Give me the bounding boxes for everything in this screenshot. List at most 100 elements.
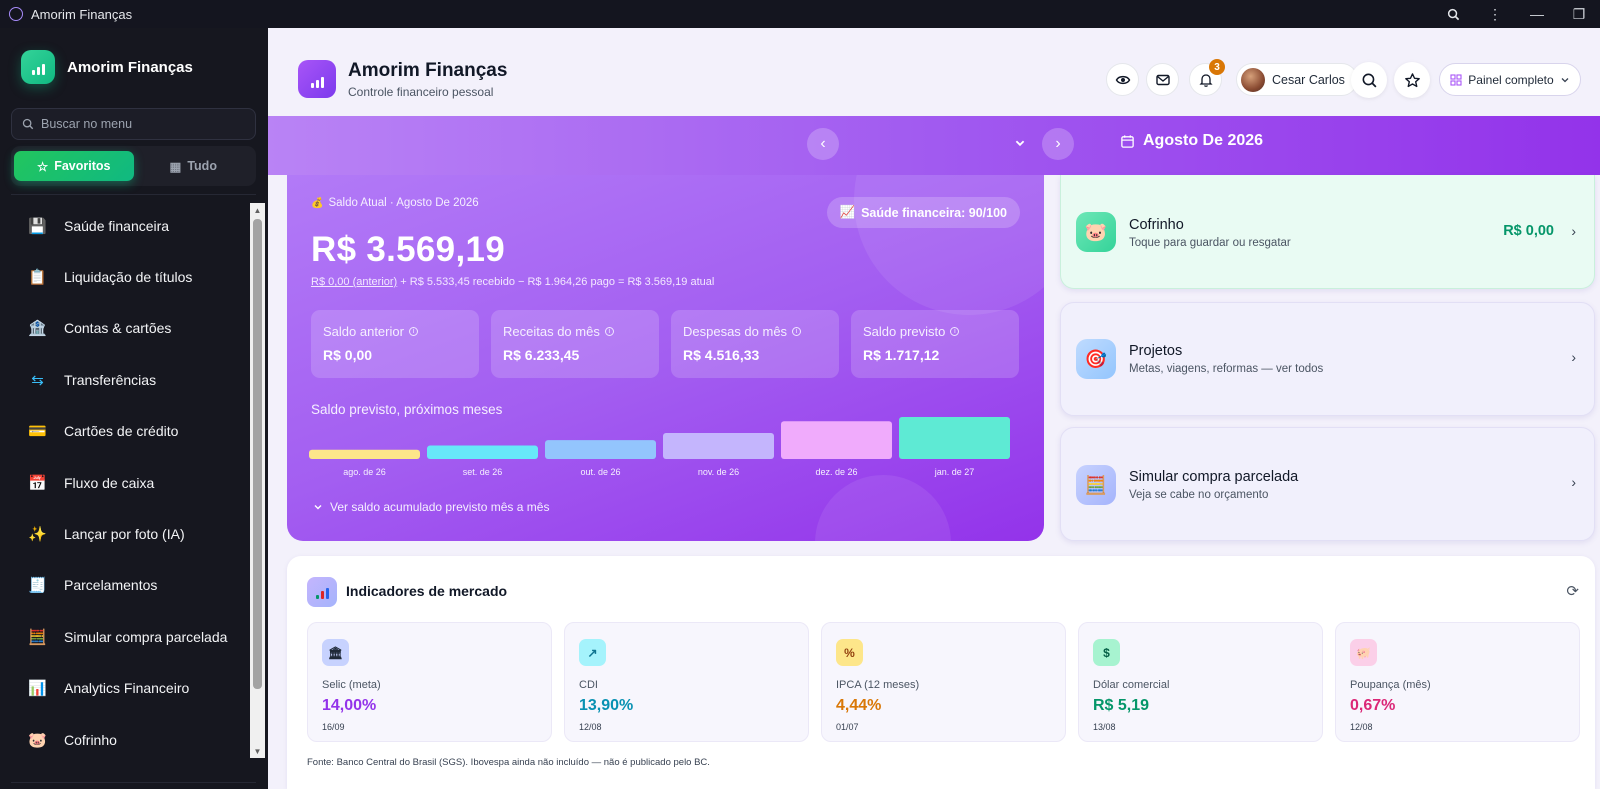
- sidebar-item-label: Parcelamentos: [64, 577, 158, 594]
- tab-tudo[interactable]: ▦ Tudo: [134, 151, 254, 181]
- page-title: Amorim Finanças: [348, 60, 508, 81]
- indicator-value: 0,67%: [1350, 697, 1396, 714]
- indicator-date: 16/09: [322, 722, 345, 732]
- abacus-icon: 🧮: [1076, 465, 1116, 505]
- financial-health-badge[interactable]: 📈 Saúde financeira: 90/100: [826, 197, 1020, 228]
- projection-month-label: nov. de 26: [698, 467, 739, 477]
- info-icon[interactable]: i: [950, 327, 960, 336]
- sidebar-item-fluxo-caixa[interactable]: 📅 Fluxo de caixa: [0, 457, 250, 508]
- previous-balance-link[interactable]: R$ 0,00 (anterior): [311, 276, 397, 288]
- eye-icon: [1115, 75, 1130, 84]
- sidebar-item-label: Contas & cartões: [64, 320, 172, 337]
- notifications-button[interactable]: 3: [1189, 59, 1225, 96]
- sidebar-item-liquidacao-titulos[interactable]: 📋 Liquidação de títulos: [0, 251, 250, 302]
- chart-logo-icon: [21, 50, 55, 84]
- sidebar-item-lancar-foto[interactable]: ✨ Lançar por foto (IA): [0, 508, 250, 559]
- restore-icon[interactable]: ❐: [1558, 0, 1600, 28]
- stat-saldo-anterior: Saldo anterior i R$ 0,00: [311, 310, 479, 378]
- chart-up-icon: 📈: [839, 205, 856, 219]
- bar-chart-icon: 📊: [28, 680, 47, 698]
- projection-bar[interactable]: [663, 432, 774, 459]
- piggy-bank-icon: 🐷: [1076, 212, 1116, 252]
- projection-expand-link[interactable]: Ver saldo acumulado previsto mês a mês: [313, 500, 549, 514]
- sidebar-item-contas-cartoes[interactable]: 🏦 Contas & cartões: [0, 303, 250, 354]
- sidebar-item-simular-compra[interactable]: 🧮 Simular compra parcelada: [0, 611, 250, 662]
- scrollbar-thumb[interactable]: [253, 219, 262, 689]
- prev-month-button[interactable]: ‹: [807, 128, 839, 160]
- projection-bar[interactable]: [781, 421, 892, 459]
- credit-card-icon: 💳: [28, 423, 47, 441]
- current-balance-value: R$ 3.569,19: [311, 230, 506, 269]
- sidebar-divider: [11, 194, 256, 195]
- window-titlebar: Amorim Finanças ⋮ — ❐: [0, 0, 1600, 28]
- indicator-ipca[interactable]: % IPCA (12 meses) 4,44% 01/07: [821, 622, 1066, 742]
- visibility-button[interactable]: [1106, 63, 1139, 96]
- sidebar-item-label: Fluxo de caixa: [64, 474, 155, 491]
- chevron-down-icon[interactable]: [1014, 136, 1026, 154]
- sidebar-brand[interactable]: Amorim Finanças: [21, 50, 193, 84]
- panel-select-label: Painel completo: [1468, 72, 1554, 87]
- page-header: Amorim Finanças Controle financeiro pess…: [268, 28, 1600, 116]
- info-icon[interactable]: i: [792, 327, 802, 336]
- sidebar-item-parcelamentos[interactable]: 🧾 Parcelamentos: [0, 560, 250, 611]
- refresh-icon[interactable]: ⟳: [1566, 582, 1579, 600]
- scroll-down-icon[interactable]: ▼: [250, 744, 265, 758]
- cofrinho-card[interactable]: 🐷 Cofrinho Toque para guardar ou resgata…: [1060, 175, 1595, 289]
- stat-value: R$ 0,00: [323, 347, 373, 363]
- indicator-dolar[interactable]: $ Dólar comercial R$ 5,19 13/08: [1078, 622, 1323, 742]
- star-icon: ☆: [37, 159, 49, 174]
- messages-button[interactable]: [1146, 63, 1179, 96]
- sidebar-item-analytics[interactable]: 📊 Analytics Financeiro: [0, 663, 250, 714]
- indicator-selic[interactable]: 🏛 Selic (meta) 14,00% 16/09: [307, 622, 552, 742]
- sidebar-item-saude-financeira[interactable]: 💾 Saúde financeira: [0, 200, 250, 251]
- next-month-button[interactable]: ›: [1042, 128, 1074, 160]
- sidebar-item-cartoes-credito[interactable]: 💳 Cartões de crédito: [0, 406, 250, 457]
- info-icon[interactable]: i: [604, 327, 614, 336]
- search-icon: [1362, 73, 1376, 87]
- projection-bar[interactable]: [309, 449, 420, 459]
- sidebar-item-transferencias[interactable]: ⇆ Transferências: [0, 354, 250, 405]
- target-icon: 🎯: [1076, 339, 1116, 379]
- info-icon[interactable]: i: [408, 327, 418, 336]
- indicator-label: Poupança (mês): [1350, 679, 1431, 691]
- projection-bar[interactable]: [545, 440, 656, 459]
- indicator-value: 14,00%: [322, 697, 377, 714]
- indicator-label: CDI: [579, 679, 598, 691]
- chevron-down-icon: [314, 505, 322, 510]
- sidebar-search-input[interactable]: [41, 117, 241, 131]
- zoom-icon[interactable]: [1432, 0, 1474, 28]
- simular-compra-card[interactable]: 🧮 Simular compra parcelada Veja se cabe …: [1060, 427, 1595, 541]
- market-title: Indicadores de mercado: [346, 583, 508, 599]
- indicator-date: 13/08: [1093, 722, 1116, 732]
- sidebar-search[interactable]: [11, 108, 256, 140]
- month-selector[interactable]: Agosto De 2026: [1120, 132, 1263, 150]
- cofrinho-amount: R$ 0,00: [1503, 223, 1554, 239]
- favorite-button[interactable]: [1394, 62, 1430, 98]
- stat-label: Receitas do mês: [503, 324, 600, 339]
- sidebar-scrollbar[interactable]: ▲ ▼: [250, 203, 265, 758]
- grid-icon: [1450, 73, 1462, 86]
- panel-select[interactable]: Painel completo: [1439, 63, 1581, 96]
- projection-bar[interactable]: [899, 417, 1010, 459]
- projection-bar[interactable]: [427, 445, 538, 459]
- projetos-title: Projetos: [1129, 343, 1183, 359]
- decorative-circle: [854, 175, 1044, 315]
- balance-formula-text: + R$ 5.533,45 recebido − R$ 1.964,26 pag…: [397, 276, 715, 288]
- sidebar-item-cofrinho[interactable]: 🐷 Cofrinho: [0, 714, 250, 765]
- user-menu[interactable]: Cesar Carlos: [1236, 63, 1358, 96]
- stat-value: R$ 4.516,33: [683, 347, 760, 363]
- minimize-icon[interactable]: —: [1516, 0, 1558, 28]
- indicator-cdi[interactable]: ↗ CDI 13,90% 12/08: [564, 622, 809, 742]
- chevron-right-icon: ›: [1571, 349, 1576, 365]
- indicator-value: 13,90%: [579, 697, 634, 714]
- abacus-icon: 🧮: [28, 628, 47, 646]
- indicator-poupanca[interactable]: 🐖 Poupança (mês) 0,67% 12/08: [1335, 622, 1580, 742]
- kebab-menu-icon[interactable]: ⋮: [1474, 0, 1516, 28]
- scroll-up-icon[interactable]: ▲: [250, 203, 265, 217]
- percent-icon: %: [836, 639, 863, 666]
- sidebar-item-label: Transferências: [64, 371, 157, 388]
- projection-expand-text: Ver saldo acumulado previsto mês a mês: [330, 500, 550, 514]
- tab-favoritos[interactable]: ☆ Favoritos: [14, 151, 134, 181]
- projetos-card[interactable]: 🎯 Projetos Metas, viagens, reformas — ve…: [1060, 302, 1595, 416]
- search-button[interactable]: [1351, 62, 1387, 98]
